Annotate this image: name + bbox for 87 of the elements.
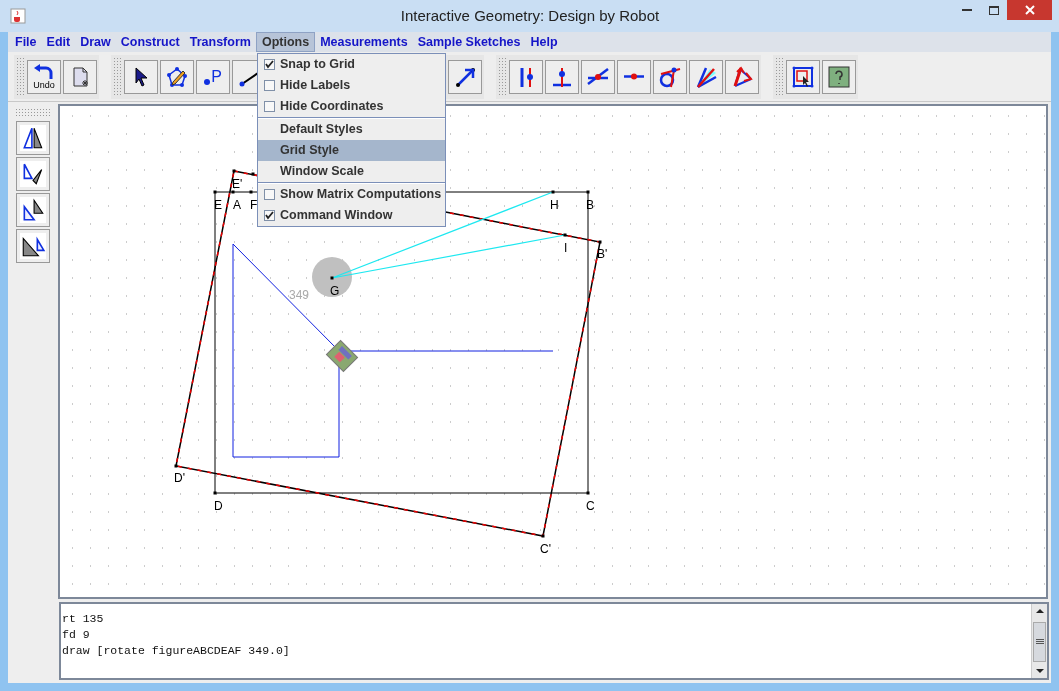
frame-select-icon [791, 64, 815, 89]
point-label: F [250, 198, 258, 212]
menu-item[interactable]: File [10, 32, 42, 52]
translate-triangles-icon [20, 197, 46, 223]
checkbox[interactable] [264, 101, 275, 112]
vertex-point[interactable] [541, 534, 545, 538]
transform-tool-button[interactable] [16, 193, 50, 227]
vertex-point[interactable] [586, 190, 590, 194]
checkbox[interactable] [264, 210, 275, 221]
transform-tool-button[interactable] [16, 121, 50, 155]
vertex-point[interactable] [232, 169, 236, 173]
checkbox[interactable] [264, 59, 275, 70]
vertex-point[interactable] [231, 190, 235, 194]
point-label: C [586, 499, 595, 513]
grip-lines-icon [1035, 639, 1044, 645]
vertex-point[interactable] [586, 491, 590, 495]
tool-button[interactable] [786, 59, 820, 94]
vertex-point[interactable] [251, 172, 255, 176]
toolbar-grip[interactable] [113, 56, 121, 97]
point-label: I [564, 241, 568, 255]
point-dot-icon [204, 78, 211, 85]
command-window[interactable]: rt 135 fd 9 draw [rotate figureABCDEAF 349.0] [59, 602, 1049, 680]
command-line: draw [rotate figureABCDEAF 349.0] [62, 643, 291, 659]
command-line: fd 9 [62, 627, 91, 643]
undo-icon [33, 63, 55, 80]
vertical-scrollbar[interactable] [1031, 604, 1047, 678]
vertex-point[interactable] [563, 233, 567, 237]
point-label: C' [540, 542, 551, 556]
transform-tool-button[interactable] [16, 157, 50, 191]
menu-item[interactable]: Measurements [315, 32, 413, 52]
tool-button[interactable] [689, 59, 723, 94]
point-label: D [214, 499, 223, 513]
angle-reading: 349 [289, 288, 310, 302]
tool-button[interactable] [448, 59, 482, 94]
scrollbar-thumb[interactable] [1033, 622, 1046, 662]
toolbar-grip[interactable] [16, 56, 24, 97]
pencil-polygon-icon [165, 64, 189, 89]
tool-button[interactable] [545, 59, 579, 94]
tool-button[interactable]: P [196, 59, 230, 94]
point-label: E' [232, 177, 243, 191]
menu-item[interactable]: Edit [41, 32, 76, 52]
menu-option[interactable]: Grid Style [258, 140, 445, 161]
menu-item[interactable]: Options [255, 32, 316, 52]
tool-button[interactable] [581, 59, 615, 94]
point-label: A [233, 198, 241, 212]
vertex-point[interactable] [551, 190, 555, 194]
turtle-pen-circle [312, 257, 352, 297]
checkbox[interactable] [264, 189, 275, 200]
tool-button[interactable] [822, 59, 856, 94]
toolbar-grip[interactable] [498, 56, 506, 97]
java-cup-icon [10, 8, 26, 24]
tool-button[interactable] [653, 59, 687, 94]
point-label: B [586, 198, 594, 212]
point-label: G [330, 284, 340, 298]
close-button[interactable] [1007, 0, 1052, 20]
dilate-triangles-icon [20, 233, 46, 259]
window-title: Interactive Geometry: Design by Robot [399, 5, 661, 26]
reflect-triangles-icon [20, 125, 46, 151]
menu-item[interactable]: Construct [115, 32, 185, 52]
menu-item[interactable]: Help [525, 32, 563, 52]
menu-item[interactable]: Transform [184, 32, 256, 52]
menu-item[interactable]: Draw [75, 32, 116, 52]
toolbar-grip[interactable] [775, 56, 783, 97]
tool-button[interactable] [124, 59, 158, 94]
command-line: rt 135 [62, 611, 105, 627]
vertex-point[interactable] [598, 240, 602, 244]
transform-tool-button[interactable] [16, 229, 50, 263]
point-label: E [214, 198, 222, 212]
vertex-point[interactable] [330, 276, 334, 280]
point-label: D' [174, 471, 185, 485]
tool-button[interactable] [509, 59, 543, 94]
vertex-point[interactable] [249, 190, 253, 194]
minimize-icon [962, 8, 972, 12]
rotate-triangles-icon [20, 161, 46, 187]
point-label: H [550, 198, 559, 212]
point-label: B' [597, 247, 608, 261]
vertex-point[interactable] [213, 491, 217, 495]
menu-item[interactable]: Sample Sketches [412, 32, 526, 52]
vertex-point[interactable] [174, 464, 178, 468]
vertex-point[interactable] [213, 190, 217, 194]
midpoint-icon [623, 73, 645, 80]
tool-button[interactable] [160, 59, 194, 94]
tool-button[interactable]: Undo [27, 59, 61, 94]
question-mark-icon [827, 64, 851, 89]
maximize-icon [988, 5, 999, 15]
close-icon [1024, 5, 1035, 15]
checkbox[interactable] [264, 80, 275, 91]
